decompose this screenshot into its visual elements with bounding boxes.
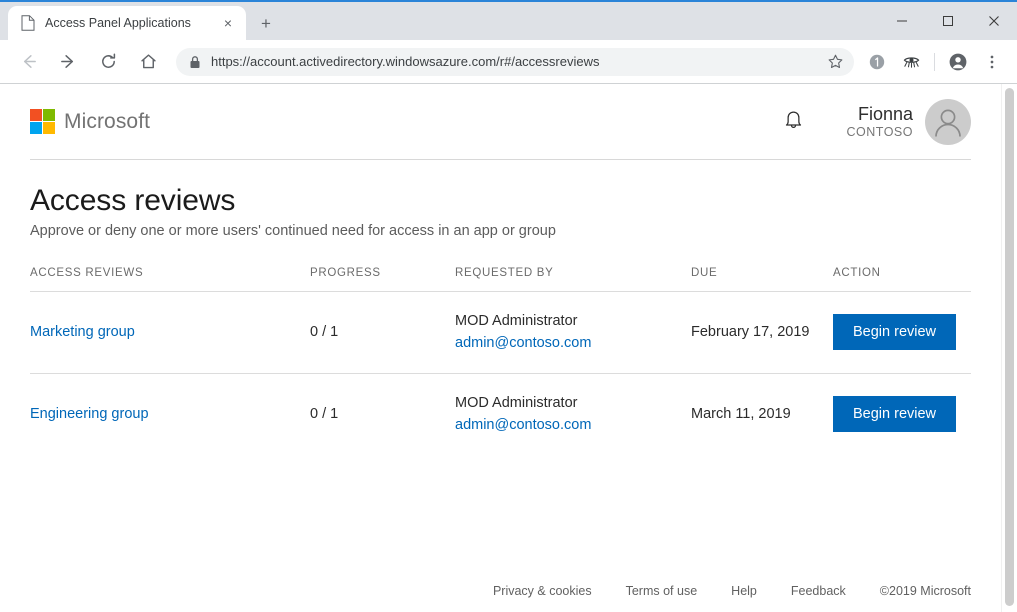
page-subtitle: Approve or deny one or more users' conti… bbox=[30, 223, 971, 239]
column-header-access-reviews: ACCESS REVIEWS bbox=[30, 267, 310, 292]
table-row: Marketing group 0 / 1 MOD Administrator … bbox=[30, 292, 971, 374]
cell-due-date: February 17, 2019 bbox=[691, 292, 833, 374]
page-title: Access reviews bbox=[30, 184, 971, 218]
tab-close-icon[interactable]: × bbox=[218, 13, 238, 33]
page-footer: Privacy & cookies Terms of use Help Feed… bbox=[30, 574, 971, 612]
browser-tab-strip: Access Panel Applications × + bbox=[0, 0, 1017, 40]
address-bar[interactable]: https://account.activedirectory.windowsa… bbox=[176, 48, 854, 76]
access-reviews-table: ACCESS REVIEWS PROGRESS REQUESTED BY DUE… bbox=[30, 267, 971, 455]
browser-tab[interactable]: Access Panel Applications × bbox=[8, 6, 246, 40]
star-icon[interactable] bbox=[822, 49, 848, 75]
arrow-right-icon[interactable] bbox=[53, 47, 83, 77]
requester-email-link[interactable]: admin@contoso.com bbox=[455, 332, 691, 354]
requester-email-link[interactable]: admin@contoso.com bbox=[455, 414, 691, 436]
cell-requested-by: MOD Administrator admin@contoso.com bbox=[455, 292, 691, 374]
three-dot-menu-icon[interactable] bbox=[978, 48, 1006, 76]
url-text: https://account.activedirectory.windowsa… bbox=[211, 54, 822, 69]
page-scrollbar[interactable] bbox=[1001, 84, 1017, 612]
scrollbar-thumb[interactable] bbox=[1005, 88, 1014, 606]
cell-review-name: Marketing group bbox=[30, 292, 310, 374]
page-viewport: Microsoft Fionna CONTOSO bbox=[0, 84, 1017, 612]
user-text: Fionna CONTOSO bbox=[847, 104, 913, 139]
window-close-button[interactable] bbox=[971, 2, 1017, 40]
footer-link-terms[interactable]: Terms of use bbox=[626, 584, 698, 598]
user-name: Fionna bbox=[847, 104, 913, 125]
table-body: Marketing group 0 / 1 MOD Administrator … bbox=[30, 292, 971, 455]
microsoft-logo-icon bbox=[30, 109, 55, 134]
cell-progress: 0 / 1 bbox=[310, 292, 455, 374]
begin-review-button[interactable]: Begin review bbox=[833, 396, 956, 432]
footer-link-help[interactable]: Help bbox=[731, 584, 757, 598]
lock-icon bbox=[188, 55, 202, 69]
microsoft-logo[interactable]: Microsoft bbox=[30, 109, 150, 134]
requester-name: MOD Administrator bbox=[455, 392, 691, 414]
user-menu[interactable]: Fionna CONTOSO bbox=[847, 99, 971, 145]
requester-name: MOD Administrator bbox=[455, 310, 691, 332]
circle-badge-icon[interactable] bbox=[863, 48, 891, 76]
new-tab-button[interactable]: + bbox=[252, 9, 280, 37]
bell-icon[interactable] bbox=[773, 101, 815, 143]
web-page: Microsoft Fionna CONTOSO bbox=[0, 84, 1001, 612]
window-minimize-button[interactable] bbox=[879, 2, 925, 40]
site-header-right: Fionna CONTOSO bbox=[773, 99, 971, 145]
table-row: Engineering group 0 / 1 MOD Administrato… bbox=[30, 373, 971, 454]
footer-copyright: ©2019 Microsoft bbox=[880, 584, 971, 598]
footer-link-feedback[interactable]: Feedback bbox=[791, 584, 846, 598]
begin-review-button[interactable]: Begin review bbox=[833, 314, 956, 350]
toolbar-divider bbox=[934, 53, 935, 71]
arrow-left-icon[interactable] bbox=[13, 47, 43, 77]
table-header-row: ACCESS REVIEWS PROGRESS REQUESTED BY DUE… bbox=[30, 267, 971, 292]
cell-progress: 0 / 1 bbox=[310, 373, 455, 454]
review-name-link[interactable]: Marketing group bbox=[30, 324, 135, 340]
home-icon[interactable] bbox=[133, 47, 163, 77]
review-name-link[interactable]: Engineering group bbox=[30, 406, 149, 422]
column-header-progress: PROGRESS bbox=[310, 267, 455, 292]
browser-window: Access Panel Applications × + bbox=[0, 0, 1017, 612]
cell-requested-by: MOD Administrator admin@contoso.com bbox=[455, 373, 691, 454]
site-header: Microsoft Fionna CONTOSO bbox=[30, 84, 971, 160]
column-header-requested-by: REQUESTED BY bbox=[455, 267, 691, 292]
browser-toolbar: https://account.activedirectory.windowsa… bbox=[0, 40, 1017, 84]
person-avatar-icon bbox=[926, 100, 970, 144]
page-document-icon bbox=[20, 15, 36, 31]
cell-action: Begin review bbox=[833, 292, 971, 374]
cell-due-date: March 11, 2019 bbox=[691, 373, 833, 454]
avatar[interactable] bbox=[925, 99, 971, 145]
column-header-action: ACTION bbox=[833, 267, 971, 292]
browser-tab-title: Access Panel Applications bbox=[45, 16, 218, 30]
microsoft-logo-text: Microsoft bbox=[64, 110, 150, 134]
cell-action: Begin review bbox=[833, 373, 971, 454]
account-avatar-icon[interactable] bbox=[944, 48, 972, 76]
table-header: ACCESS REVIEWS PROGRESS REQUESTED BY DUE… bbox=[30, 267, 971, 292]
reload-icon[interactable] bbox=[93, 47, 123, 77]
column-header-due: DUE bbox=[691, 267, 833, 292]
cell-review-name: Engineering group bbox=[30, 373, 310, 454]
window-controls bbox=[879, 2, 1017, 40]
window-maximize-button[interactable] bbox=[925, 2, 971, 40]
footer-link-privacy[interactable]: Privacy & cookies bbox=[493, 584, 592, 598]
main-content: Access reviews Approve or deny one or mo… bbox=[30, 160, 971, 574]
user-organization: CONTOSO bbox=[847, 125, 913, 139]
eye-extension-icon[interactable] bbox=[897, 48, 925, 76]
